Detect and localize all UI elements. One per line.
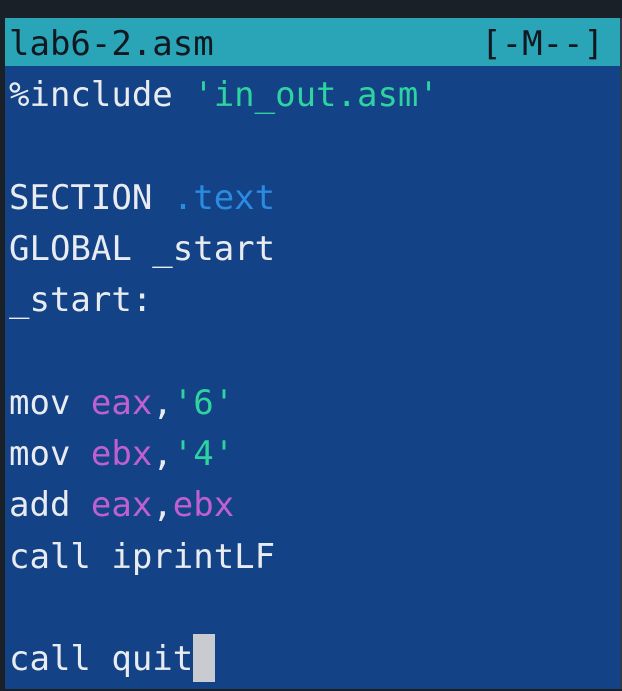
global-declaration: GLOBAL _start (9, 228, 276, 269)
section-name: .text (172, 177, 276, 218)
code-line-6[interactable] (9, 326, 439, 377)
section-keyword: SECTION (9, 177, 173, 218)
operand-separator: , (152, 485, 173, 526)
code-line-8[interactable]: mov ebx,'4' (9, 429, 439, 480)
instruction: add (9, 485, 91, 526)
code-line-4[interactable]: GLOBAL _start (9, 224, 439, 275)
register-operand: eax (90, 485, 153, 526)
window-frame: lab6-2.asm [-M--] %include 'in_out.asm' … (0, 0, 622, 691)
code-line-12[interactable]: call quit (9, 634, 439, 685)
char-literal: '6' (172, 382, 235, 423)
start-label: _start: (9, 280, 153, 321)
code-line-3[interactable]: SECTION .text (9, 173, 439, 224)
instruction: mov (9, 434, 91, 475)
code-line-5[interactable]: _start: (9, 275, 439, 326)
include-directive: %include (9, 75, 194, 115)
code-line-2[interactable] (9, 121, 439, 172)
code-line-9[interactable]: add eax,ebx (9, 480, 439, 531)
code-line-10[interactable]: call iprintLF (9, 532, 439, 583)
instruction: mov (9, 382, 91, 423)
file-name: lab6-2.asm (9, 24, 214, 64)
text-cursor (193, 634, 216, 683)
register-operand: ebx (90, 434, 153, 475)
editor-title-bar: lab6-2.asm [-M--] (5, 18, 620, 66)
operand-separator: , (152, 382, 173, 423)
editor-window[interactable]: lab6-2.asm [-M--] %include 'in_out.asm' … (5, 18, 622, 689)
code-line-11[interactable] (9, 583, 439, 634)
call-instruction: call quit (9, 639, 194, 680)
code-area[interactable]: %include 'in_out.asm' SECTION .text GLOB… (9, 70, 439, 686)
register-operand: ebx (172, 485, 235, 526)
operand-separator: , (152, 434, 173, 475)
modified-status: [-M--] (481, 24, 604, 64)
call-instruction: call iprintLF (9, 536, 276, 577)
include-file-string: 'in_out.asm' (193, 75, 439, 115)
char-literal: '4' (172, 434, 235, 475)
code-line-7[interactable]: mov eax,'6' (9, 378, 439, 429)
code-line-1[interactable]: %include 'in_out.asm' (9, 70, 439, 121)
register-operand: eax (90, 382, 153, 423)
